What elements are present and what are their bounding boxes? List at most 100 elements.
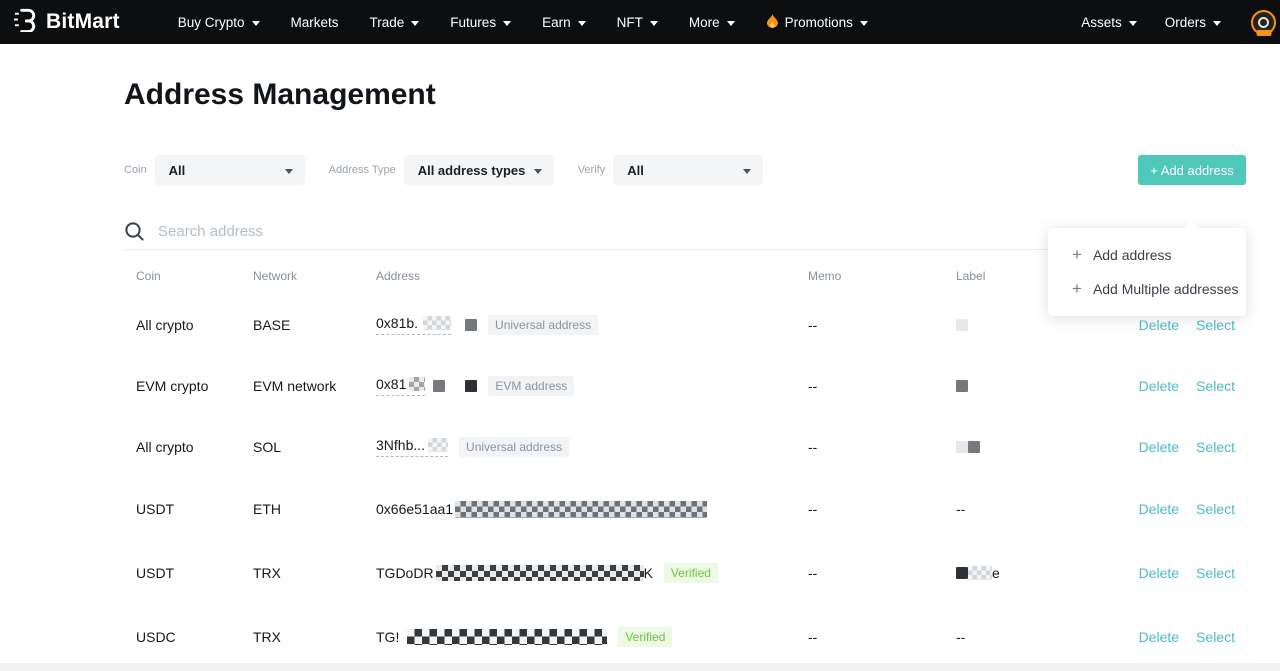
chevron-down-icon [411,21,419,26]
delete-link[interactable]: Delete [1139,439,1179,455]
cell-address: TG! Verified [376,627,808,647]
nav-menu: Buy Crypto Markets Trade Futures Earn NF… [178,14,868,30]
cell-coin: EVM crypto [124,378,253,394]
table-row: EVM crypto EVM network 0x81 EVM address … [124,355,1246,416]
cell-coin: All crypto [124,439,253,455]
address-text-suffix: K [644,565,653,581]
menu-item-add-multiple-addresses[interactable]: + Add Multiple addresses [1048,272,1246,306]
redacted-label [956,380,968,392]
vip-badge [1256,30,1271,36]
select-link[interactable]: Select [1196,501,1235,517]
nav-item-earn[interactable]: Earn [542,15,586,30]
redacted-address [409,377,425,391]
address-type-filter-label: Address Type [329,164,396,176]
address-text: 0x81b. [376,315,418,331]
user-avatar[interactable] [1251,10,1276,35]
delete-link[interactable]: Delete [1139,565,1179,581]
table-row: USDT TRX TGDoDR K Verified -- e Delete S… [124,541,1246,605]
address-text: TGDoDR [376,565,434,581]
redacted-label [968,566,992,580]
verify-filter-label: Verify [578,164,606,176]
cell-network: SOL [253,439,376,455]
cell-address: 3Nfhb... Universal address [376,437,808,457]
address-type-tag: Universal address [459,437,569,457]
plus-icon: + [1072,245,1082,265]
select-link[interactable]: Select [1196,378,1235,394]
address-management-page: Address Management Coin All Address Type… [124,74,1246,669]
cell-label: e [956,565,1106,581]
cell-network: TRX [253,629,376,645]
cell-network: BASE [253,317,376,333]
chevron-down-icon [534,169,542,174]
filter-row: Coin All Address Type All address types … [124,155,1246,185]
cell-memo: -- [808,501,956,517]
redacted-address [436,565,644,581]
nav-item-promotions[interactable]: Promotions [766,14,868,30]
page-bottom-strip [0,663,1280,671]
menu-item-add-address[interactable]: + Add address [1048,238,1246,272]
delete-link[interactable]: Delete [1139,378,1179,394]
cell-network: TRX [253,565,376,581]
label-text: e [992,565,1000,581]
cell-address: 0x66e51aa1 [376,501,808,518]
redacted-block [465,380,477,392]
address-text: 0x81 [376,376,406,392]
coin-filter: Coin All [124,155,305,185]
cell-memo: -- [808,565,956,581]
header-coin: Coin [124,269,253,283]
cell-address: 0x81b. Universal address [376,315,808,335]
redacted-label [956,441,968,453]
chevron-down-icon [1129,21,1137,26]
redacted-label [956,319,968,331]
address-text: 0x66e51aa1 [376,501,453,517]
cell-memo: -- [808,629,956,645]
nav-item-buy-crypto[interactable]: Buy Crypto [178,15,260,30]
chevron-down-icon [578,21,586,26]
nav-item-nft[interactable]: NFT [617,15,658,30]
address-type-filter-select[interactable]: All address types [404,155,554,185]
cell-coin: All crypto [124,317,253,333]
bitmart-logo[interactable]: BitMart [14,7,120,37]
coin-filter-select[interactable]: All [155,155,305,185]
add-address-dropdown: + Add address + Add Multiple addresses [1048,228,1246,316]
nav-item-assets[interactable]: Assets [1081,15,1137,30]
cell-memo: -- [808,317,956,333]
cell-network: ETH [253,501,376,517]
table-row: All crypto SOL 3Nfhb... Universal addres… [124,416,1246,477]
address-type-filter: Address Type All address types [329,155,554,185]
verify-filter-select[interactable]: All [613,155,763,185]
address-text: 3Nfhb... [376,437,425,453]
redacted-address [407,629,607,645]
header-network: Network [253,269,376,283]
address-type-tag: EVM address [488,376,574,396]
cell-address: TGDoDR K Verified [376,563,808,583]
cell-label [956,441,1106,453]
select-link[interactable]: Select [1196,439,1235,455]
select-link[interactable]: Select [1196,317,1235,333]
chevron-down-icon [860,21,868,26]
delete-link[interactable]: Delete [1139,501,1179,517]
nav-item-markets[interactable]: Markets [291,15,339,30]
top-nav: BitMart Buy Crypto Markets Trade Futures… [0,0,1280,44]
cell-label [956,380,1106,392]
header-address: Address [376,269,808,283]
chevron-down-icon [1213,21,1221,26]
coin-filter-label: Coin [124,164,147,176]
plus-icon: + [1072,279,1082,299]
redacted-address [455,501,707,518]
nav-item-trade[interactable]: Trade [370,15,420,30]
nav-item-futures[interactable]: Futures [450,15,511,30]
delete-link[interactable]: Delete [1139,317,1179,333]
select-link[interactable]: Select [1196,629,1235,645]
delete-link[interactable]: Delete [1139,629,1179,645]
chevron-down-icon [650,21,658,26]
nav-item-orders[interactable]: Orders [1165,15,1221,30]
cell-network: EVM network [253,378,376,394]
redacted-address [428,438,448,452]
bitmart-logo-icon [14,7,39,37]
select-link[interactable]: Select [1196,565,1235,581]
add-address-button[interactable]: + Add address [1138,155,1246,185]
cell-memo: -- [808,378,956,394]
nav-item-more[interactable]: More [689,15,735,30]
chevron-down-icon [727,21,735,26]
